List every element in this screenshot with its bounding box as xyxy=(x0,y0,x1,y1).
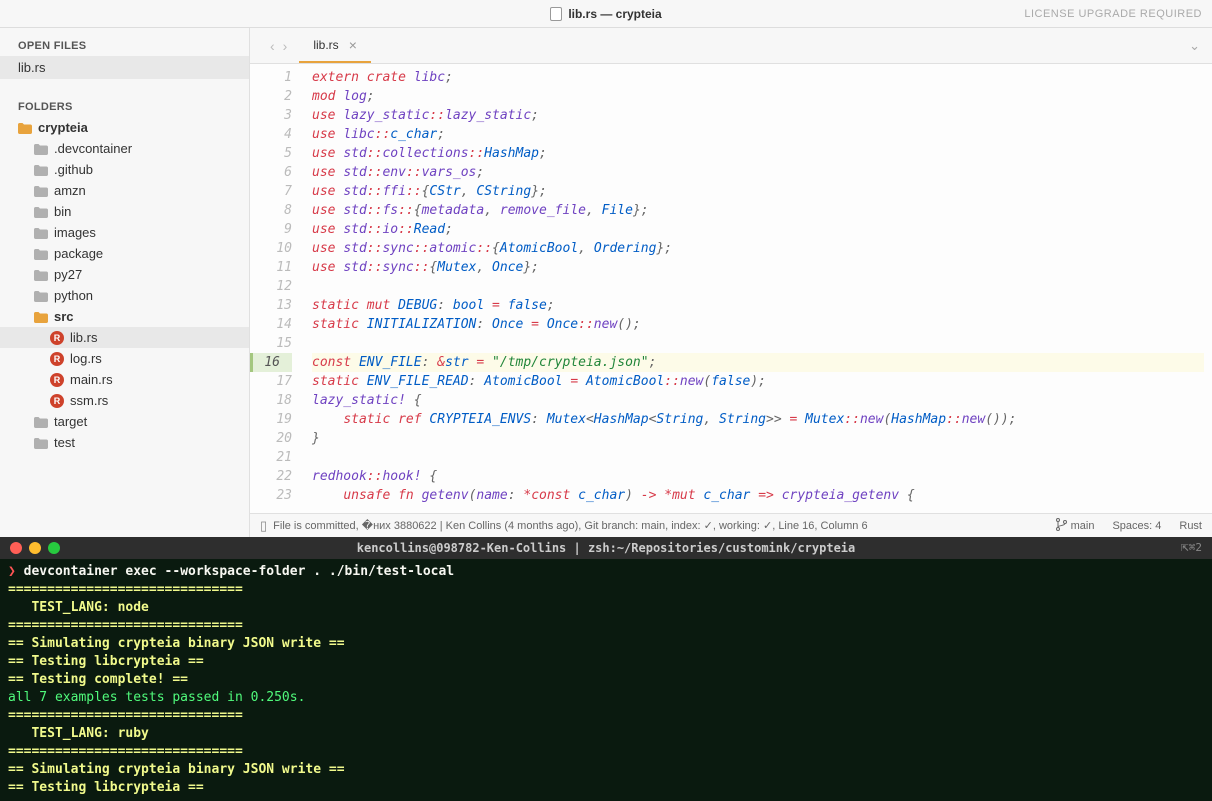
code-content[interactable]: extern crate libc;mod log;use lazy_stati… xyxy=(304,64,1212,513)
folder-item[interactable]: python xyxy=(0,285,249,306)
rust-icon: R xyxy=(50,352,64,366)
folder-root-label: crypteia xyxy=(38,120,88,135)
folder-root[interactable]: crypteia xyxy=(0,117,249,138)
sidebar-toggle-icon[interactable]: ▯ xyxy=(260,518,267,534)
tree-item-label: bin xyxy=(54,204,71,219)
nav-back-icon[interactable]: ‹ xyxy=(270,38,275,54)
folder-icon xyxy=(34,143,48,154)
tree-item-label: .github xyxy=(54,162,93,177)
status-branch-label: main xyxy=(1071,520,1095,532)
git-branch-icon xyxy=(1056,518,1067,534)
terminal-body[interactable]: ❯ devcontainer exec --workspace-folder .… xyxy=(0,559,1212,801)
line-gutter: 1234567891011121314151617181920212223 xyxy=(250,64,304,513)
tab-label: lib.rs xyxy=(313,38,338,52)
tree-item-label: main.rs xyxy=(70,372,113,387)
open-files-header[interactable]: OPEN FILES xyxy=(0,32,249,56)
status-spaces[interactable]: Spaces: 4 xyxy=(1112,520,1161,532)
open-file-item[interactable]: lib.rs xyxy=(0,56,249,79)
terminal-titlebar: kencollins@098782-Ken-Collins | zsh:~/Re… xyxy=(0,537,1212,559)
sidebar: OPEN FILES lib.rs FOLDERS crypteia .devc… xyxy=(0,28,250,537)
folder-item[interactable]: target xyxy=(0,411,249,432)
file-item[interactable]: Rlib.rs xyxy=(0,327,249,348)
folder-open-icon xyxy=(34,311,48,322)
folder-icon xyxy=(34,290,48,301)
folder-icon xyxy=(34,269,48,280)
tree-item-label: target xyxy=(54,414,87,429)
statusbar: ▯ File is committed, �них 3880622 | Ken … xyxy=(250,513,1212,537)
file-item[interactable]: Rlog.rs xyxy=(0,348,249,369)
terminal[interactable]: kencollins@098782-Ken-Collins | zsh:~/Re… xyxy=(0,537,1212,801)
tree-item-label: lib.rs xyxy=(70,330,97,345)
titlebar: lib.rs — crypteia LICENSE UPGRADE REQUIR… xyxy=(0,0,1212,28)
tree-item-label: log.rs xyxy=(70,351,102,366)
tab[interactable]: lib.rs × xyxy=(299,29,371,63)
folder-icon xyxy=(34,206,48,217)
folder-item[interactable]: py27 xyxy=(0,264,249,285)
maximize-icon[interactable] xyxy=(48,542,60,554)
rust-icon: R xyxy=(50,394,64,408)
terminal-shortcut: ⇱⌘2 xyxy=(1181,539,1202,557)
minimize-icon[interactable] xyxy=(29,542,41,554)
tab-dropdown-icon[interactable]: ⌄ xyxy=(1189,38,1200,54)
folder-icon xyxy=(34,164,48,175)
tree-item-label: amzn xyxy=(54,183,86,198)
tree-item-label: src xyxy=(54,309,74,324)
rust-icon: R xyxy=(50,331,64,345)
tree-item-label: py27 xyxy=(54,267,82,282)
document-icon xyxy=(550,7,562,21)
file-item[interactable]: Rssm.rs xyxy=(0,390,249,411)
status-language[interactable]: Rust xyxy=(1179,520,1202,532)
tree-item-label: python xyxy=(54,288,93,303)
folder-item[interactable]: bin xyxy=(0,201,249,222)
status-git-info: File is committed, �них 3880622 | Ken Co… xyxy=(273,519,867,532)
folder-icon xyxy=(34,416,48,427)
code-editor[interactable]: 1234567891011121314151617181920212223 ex… xyxy=(250,64,1212,513)
tree-item-label: test xyxy=(54,435,75,450)
tree-item-label: package xyxy=(54,246,103,261)
tab-bar: ‹ › lib.rs × ⌄ xyxy=(250,28,1212,64)
tree-item-label: .devcontainer xyxy=(54,141,132,156)
folder-item[interactable]: .devcontainer xyxy=(0,138,249,159)
tab-close-icon[interactable]: × xyxy=(349,37,357,53)
folder-icon xyxy=(34,437,48,448)
folder-icon xyxy=(34,248,48,259)
folder-item[interactable]: amzn xyxy=(0,180,249,201)
folder-item[interactable]: src xyxy=(0,306,249,327)
folder-icon xyxy=(34,227,48,238)
window-title: lib.rs — crypteia xyxy=(568,7,661,21)
nav-forward-icon[interactable]: › xyxy=(283,38,288,54)
folder-open-icon xyxy=(18,122,32,133)
terminal-title: kencollins@098782-Ken-Collins | zsh:~/Re… xyxy=(0,539,1212,557)
folder-icon xyxy=(34,185,48,196)
rust-icon: R xyxy=(50,373,64,387)
folders-header[interactable]: FOLDERS xyxy=(0,93,249,117)
folder-item[interactable]: .github xyxy=(0,159,249,180)
tree-item-label: images xyxy=(54,225,96,240)
folder-item[interactable]: images xyxy=(0,222,249,243)
license-notice[interactable]: LICENSE UPGRADE REQUIRED xyxy=(1024,8,1202,20)
folder-item[interactable]: test xyxy=(0,432,249,453)
file-item[interactable]: Rmain.rs xyxy=(0,369,249,390)
close-icon[interactable] xyxy=(10,542,22,554)
status-branch[interactable]: main xyxy=(1056,518,1095,534)
folder-item[interactable]: package xyxy=(0,243,249,264)
tree-item-label: ssm.rs xyxy=(70,393,108,408)
